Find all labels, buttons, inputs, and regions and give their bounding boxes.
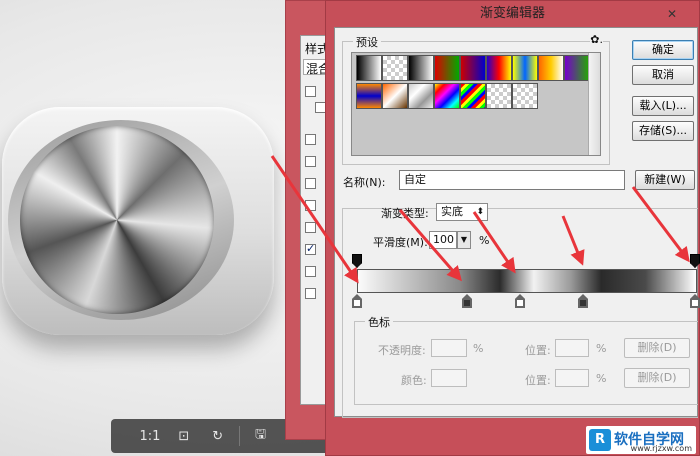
style-checkbox-checked[interactable] xyxy=(305,242,316,255)
preset-swatch[interactable] xyxy=(460,83,486,109)
preset-swatch[interactable] xyxy=(486,55,512,81)
fit-icon[interactable]: ⊡ xyxy=(167,422,201,450)
smoothness-input[interactable]: 100 xyxy=(429,231,457,249)
style-checkbox[interactable] xyxy=(305,156,316,167)
presets-label: 预设 xyxy=(353,34,381,50)
save-icon[interactable]: 🖫 xyxy=(244,422,278,450)
dialog-title: 渐变编辑器 xyxy=(479,6,545,21)
save-button[interactable]: 存储(S)... xyxy=(632,121,694,141)
style-checkbox[interactable] xyxy=(305,222,316,233)
preset-swatch[interactable] xyxy=(408,83,434,109)
dialog-titlebar[interactable]: 渐变编辑器 ✕ xyxy=(326,1,699,27)
zoom-label: 1:1 xyxy=(139,428,161,444)
gradient-type-value: 实底 xyxy=(441,205,463,218)
preset-swatch[interactable] xyxy=(486,83,512,109)
preset-swatch[interactable] xyxy=(512,55,538,81)
delete-color-stop-button: 删除(D) xyxy=(624,368,690,388)
preset-swatch[interactable] xyxy=(434,55,460,81)
brushed-metal-disc xyxy=(20,126,214,314)
opacity-label: 不透明度: xyxy=(378,344,426,357)
delete-opacity-stop-button: 删除(D) xyxy=(624,338,690,358)
style-checkbox[interactable] xyxy=(305,86,316,97)
gradient-type-label: 渐变类型: xyxy=(381,207,429,220)
color-location-label: 位置: xyxy=(525,374,551,387)
load-button[interactable]: 载入(L)... xyxy=(632,96,694,116)
ok-button[interactable]: 确定 xyxy=(632,40,694,60)
close-icon[interactable]: ✕ xyxy=(667,1,677,27)
preset-swatch[interactable] xyxy=(356,55,382,81)
preset-swatch[interactable] xyxy=(408,55,434,81)
preset-swatch[interactable] xyxy=(538,55,564,81)
presets-scrollbar[interactable] xyxy=(588,53,600,155)
new-button[interactable]: 新建(W) xyxy=(635,170,695,190)
opacity-location-input xyxy=(555,339,589,357)
preset-swatch[interactable] xyxy=(356,83,382,109)
updown-icon: ⬍ xyxy=(476,207,484,217)
preset-swatch[interactable] xyxy=(460,55,486,81)
gradient-type-select[interactable]: 实底 ⬍ xyxy=(436,203,488,221)
presets-swatch-grid xyxy=(351,52,601,156)
name-label: 名称(N): xyxy=(343,176,386,189)
presets-group: 预设 ✿. xyxy=(342,33,610,165)
cancel-button[interactable]: 取消 xyxy=(632,65,694,85)
style-checkbox[interactable] xyxy=(305,266,316,277)
preset-swatch[interactable] xyxy=(512,83,538,109)
gear-icon[interactable]: ✿. xyxy=(590,33,603,46)
smoothness-label: 平滑度(M): xyxy=(373,236,428,249)
color-swatch-input xyxy=(431,369,467,387)
watermark-url: www.rjzxw.com xyxy=(630,444,692,453)
dialog-body: 预设 ✿. 确定 取消 载入(L)... 存储(S)... 名称(N): 自定 … xyxy=(334,27,700,418)
preset-swatch[interactable] xyxy=(564,55,590,81)
actual-size-button[interactable]: 1:1 xyxy=(133,422,167,450)
percent-sign: % xyxy=(479,234,490,247)
opacity-location-label: 位置: xyxy=(525,344,551,357)
color-location-pct: % xyxy=(596,372,607,385)
preset-swatch[interactable] xyxy=(382,83,408,109)
opacity-input xyxy=(431,339,467,357)
gradient-editor-dialog: 渐变编辑器 ✕ 预设 ✿. 确定 取消 载入(L)... 存储(S)... 名称… xyxy=(325,0,700,456)
style-checkbox[interactable] xyxy=(305,200,316,211)
color-label: 颜色: xyxy=(401,374,427,387)
site-watermark: R 软件自学网 www.rjzxw.com xyxy=(586,426,696,454)
stops-label: 色标 xyxy=(365,314,393,330)
rjzxw-logo: R xyxy=(589,429,611,451)
style-checkbox[interactable] xyxy=(305,178,316,189)
preset-swatch[interactable] xyxy=(382,55,408,81)
canvas-artwork xyxy=(0,0,300,456)
gradient-preview-bar[interactable] xyxy=(357,269,697,293)
stops-group: 色标 不透明度: % 位置: % 删除(D) 颜色: 位置: % 删除(D) xyxy=(354,314,698,405)
color-location-input xyxy=(555,369,589,387)
chevron-down-icon[interactable]: ▼ xyxy=(457,231,471,249)
location-pct: % xyxy=(596,342,607,355)
opacity-pct: % xyxy=(473,342,484,355)
rotate-icon[interactable]: ↻ xyxy=(201,422,235,450)
preset-swatch[interactable] xyxy=(434,83,460,109)
toolbar-divider xyxy=(238,426,240,446)
style-checkbox[interactable] xyxy=(305,134,316,145)
style-checkbox[interactable] xyxy=(305,288,316,299)
name-input[interactable]: 自定 xyxy=(399,170,625,190)
